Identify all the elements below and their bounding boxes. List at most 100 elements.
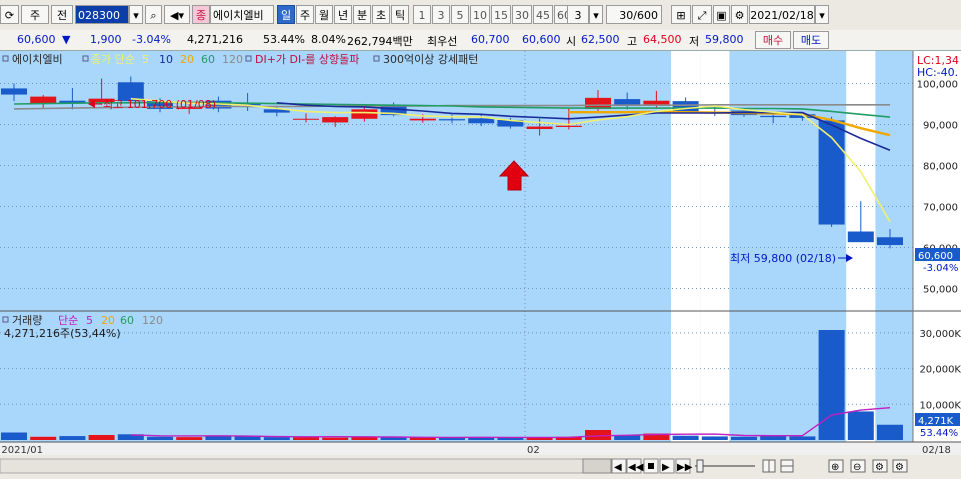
interval-button[interactable]: 45 bbox=[533, 5, 553, 24]
zoom-in-icon[interactable]: ⊕ bbox=[828, 459, 844, 473]
volume-ratio: 53.44% bbox=[263, 33, 305, 46]
code-dropdown-icon[interactable]: ▾ bbox=[129, 5, 143, 24]
price-tick-label: 80,000 bbox=[923, 162, 958, 173]
date-input[interactable]: 2021/02/18 bbox=[749, 5, 815, 24]
open-label: 시 bbox=[566, 35, 577, 48]
market-select[interactable]: 전 bbox=[51, 5, 73, 24]
svg-text:◀: ◀ bbox=[614, 462, 622, 473]
candle bbox=[818, 116, 845, 227]
volume-icon[interactable]: ◀▾ bbox=[164, 5, 190, 24]
interval-button[interactable]: 1 bbox=[413, 5, 431, 24]
volume-bar bbox=[30, 436, 57, 440]
period-button[interactable]: 초 bbox=[372, 5, 390, 24]
name-badge: 종 bbox=[192, 5, 210, 24]
volume-tick-label: 30,000K bbox=[919, 329, 961, 340]
legend-ma120: 120 bbox=[222, 53, 243, 66]
period-button[interactable]: 일 bbox=[277, 5, 295, 24]
period-button[interactable]: 주 bbox=[296, 5, 314, 24]
buy-button[interactable]: 매수 bbox=[755, 31, 791, 49]
down-arrow-icon: ▼ bbox=[62, 33, 71, 46]
volume-bar bbox=[88, 435, 115, 440]
toolbar: ⟳ 주 전 028300 ▾ ⌕ ◀▾ 종 에이치엘비 일주월년분초틱 1351… bbox=[0, 0, 961, 31]
interval-button[interactable]: 3 bbox=[432, 5, 450, 24]
svg-text:⚙: ⚙ bbox=[875, 462, 884, 473]
interval-button[interactable]: 30 bbox=[512, 5, 532, 24]
volume-bar bbox=[293, 437, 319, 440]
price-tick-label: 90,000 bbox=[923, 121, 958, 132]
high-label: 고 bbox=[627, 35, 638, 48]
period-button[interactable]: 틱 bbox=[391, 5, 409, 24]
interval-input[interactable]: 3 bbox=[567, 5, 589, 24]
chart-config-icon[interactable]: ⚙ bbox=[872, 459, 888, 473]
price-tick-label: 70,000 bbox=[923, 203, 958, 214]
volume-bar bbox=[877, 424, 903, 440]
volume-bar bbox=[147, 436, 173, 440]
count-input[interactable]: 30/600 bbox=[606, 5, 662, 24]
legend-ma10: 10 bbox=[159, 53, 173, 66]
volume-bar bbox=[176, 437, 203, 440]
legend-ma-label: 종가 단순 bbox=[91, 53, 135, 66]
period-button[interactable]: 월 bbox=[315, 5, 333, 24]
volume-bar bbox=[263, 437, 290, 440]
tile-icon[interactable] bbox=[780, 459, 794, 473]
interval-dropdown-icon[interactable]: ▾ bbox=[589, 5, 603, 24]
gear-icon[interactable]: ⚙ bbox=[731, 5, 748, 24]
legend-ma20: 20 bbox=[180, 53, 194, 66]
scroll-stop-button[interactable]: ◀◀ bbox=[626, 458, 644, 474]
x-tick-label: 02 bbox=[527, 445, 540, 456]
volume-value-text: 4,271,216주(53,44%) bbox=[4, 327, 121, 340]
grid-icon[interactable] bbox=[762, 459, 776, 473]
crosshair-icon[interactable]: ⤢ bbox=[692, 5, 712, 24]
best-quote-label: 최우선 bbox=[427, 35, 458, 48]
scroll-left-button[interactable]: ◀ bbox=[611, 458, 627, 474]
legend-signal: DI+가 DI-를 상향돌파 bbox=[255, 53, 359, 66]
svg-text:▶▶: ▶▶ bbox=[677, 462, 693, 473]
price-tick-label: 100,000 bbox=[917, 80, 958, 91]
chart-type-icon[interactable]: ⊞ bbox=[671, 5, 691, 24]
period-button[interactable]: 분 bbox=[353, 5, 371, 24]
interval-button[interactable]: 15 bbox=[491, 5, 511, 24]
svg-text:◀◀: ◀◀ bbox=[628, 462, 644, 473]
sell-button[interactable]: 매도 bbox=[793, 31, 829, 49]
scroll-right-button[interactable]: ▶ bbox=[659, 458, 675, 474]
low-annotation: 최저 59,800 (02/18) bbox=[730, 252, 853, 265]
last-change-label: -3.04% bbox=[923, 263, 958, 274]
volume-bar bbox=[205, 436, 232, 440]
period-button[interactable]: 년 bbox=[334, 5, 352, 24]
stock-name[interactable]: 에이치엘비 bbox=[210, 5, 274, 24]
turnover-percent: 8.04% bbox=[311, 33, 346, 46]
volume-legend-ma120: 120 bbox=[142, 314, 163, 327]
x-tick-label: 2021/01 bbox=[1, 445, 43, 456]
interval-button[interactable]: 10 bbox=[470, 5, 490, 24]
ask-price: 60,700 bbox=[471, 33, 510, 46]
volume-bar bbox=[672, 435, 699, 440]
fast-forward-button[interactable]: ▶▶ bbox=[675, 458, 693, 474]
stock-chart[interactable]: 에이치엘비 종가 단순 5 10 20 60 120 DI+가 DI-를 상향돌… bbox=[0, 51, 961, 479]
zoom-out-icon[interactable]: ⊖ bbox=[850, 459, 866, 473]
settings-icon[interactable]: ⚙ bbox=[892, 459, 908, 473]
volume-bar bbox=[789, 436, 816, 440]
type-select[interactable]: 주 bbox=[21, 5, 49, 24]
save-icon[interactable]: ▣ bbox=[713, 5, 730, 24]
search-icon[interactable]: ⌕ bbox=[145, 5, 162, 24]
interval-button[interactable]: 5 bbox=[451, 5, 469, 24]
scroll-thumb[interactable] bbox=[582, 458, 612, 474]
volume-bar bbox=[847, 411, 874, 440]
quote-bar: 60,600 ▼ 1,900 -3.04% 4,271,216 53.44% 8… bbox=[0, 30, 961, 51]
stock-code-input[interactable]: 028300 bbox=[75, 5, 129, 24]
trade-amount: 262,794백만 bbox=[347, 35, 413, 48]
pause-button[interactable] bbox=[643, 458, 659, 474]
volume-bar bbox=[760, 436, 787, 440]
current-price: 60,600 bbox=[17, 33, 56, 46]
volume-value: 4,271,216 bbox=[187, 33, 243, 46]
legend-name: 에이치엘비 bbox=[12, 53, 63, 66]
volume-bar bbox=[818, 330, 845, 440]
volume-tick-label: 20,000K bbox=[919, 365, 961, 376]
calendar-icon[interactable]: ▾ bbox=[815, 5, 829, 24]
change-percent: -3.04% bbox=[132, 33, 171, 46]
horizontal-scrollbar[interactable] bbox=[0, 458, 612, 474]
refresh-icon[interactable]: ⟳ bbox=[0, 5, 19, 24]
low-price: 59,800 bbox=[705, 33, 744, 46]
volume-bar bbox=[731, 436, 757, 440]
svg-text:⊕: ⊕ bbox=[831, 462, 839, 473]
